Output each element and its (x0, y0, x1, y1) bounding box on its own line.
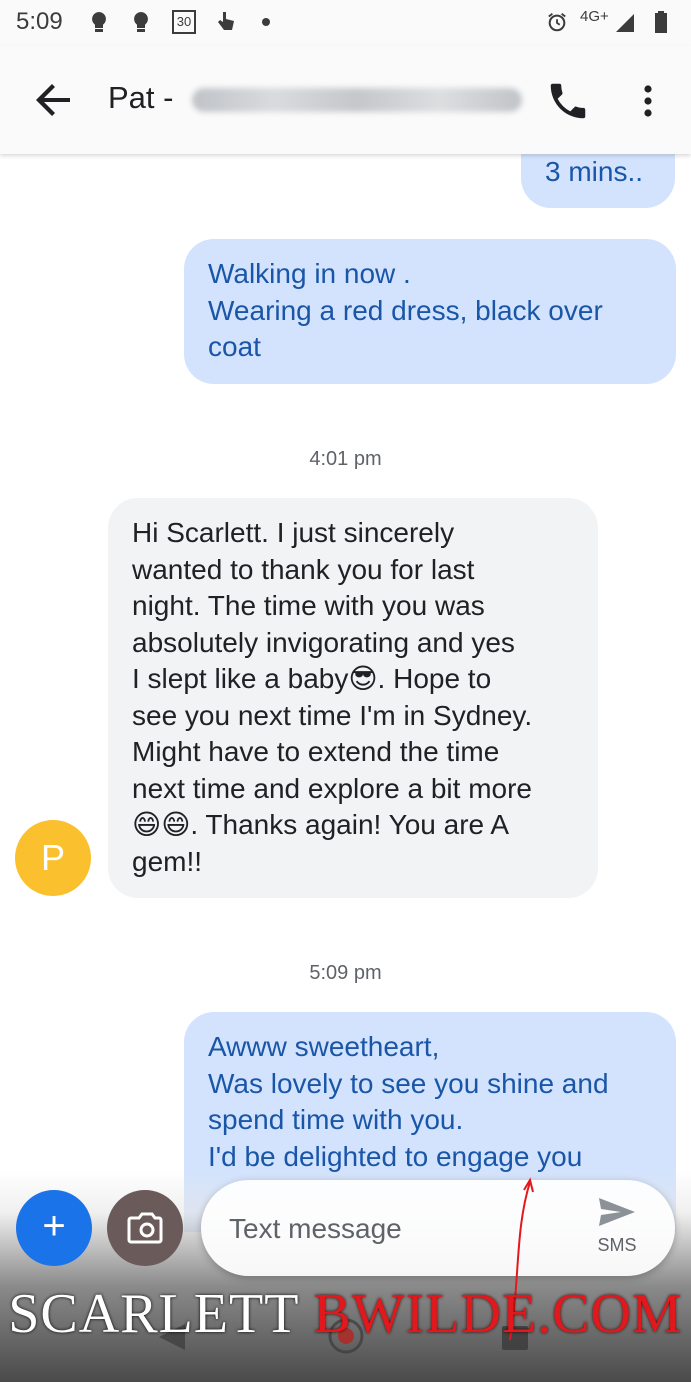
timestamp: 5:09 pm (309, 962, 382, 984)
message-input-container: SMS (201, 1180, 675, 1276)
send-icon (599, 1198, 635, 1226)
status-time: 5:09 (16, 8, 63, 35)
status-bar: 5:09 30 4G+ (0, 0, 691, 46)
alarm-icon (548, 13, 566, 32)
touch-icon (218, 12, 234, 30)
signal-icon (616, 14, 634, 32)
avatar[interactable]: P (15, 820, 91, 896)
calendar-icon: 30 (172, 10, 196, 34)
nav-home-icon[interactable] (326, 1316, 366, 1356)
decorative-swoosh (509, 1177, 534, 1341)
lightbulb-icon (92, 12, 106, 32)
nav-back-icon[interactable] (155, 1322, 189, 1352)
camera-icon (127, 1212, 163, 1244)
add-attachment-button[interactable]: + (16, 1190, 92, 1266)
contact-name[interactable]: Pat - (108, 80, 173, 116)
incoming-message[interactable]: Hi Scarlett. I just sincerely wanted to … (108, 498, 598, 898)
app-bar: Pat - (0, 46, 691, 154)
send-button[interactable]: SMS (589, 1196, 645, 1256)
outgoing-message[interactable]: Walking in now . Wearing a red dress, bl… (184, 239, 676, 384)
network-type: 4G+ (580, 8, 609, 25)
battery-icon (655, 11, 667, 33)
lightbulb-icon (134, 12, 148, 32)
timestamp: 4:01 pm (309, 448, 382, 470)
more-vert-icon[interactable] (628, 78, 668, 124)
send-sms-label: SMS (597, 1235, 637, 1255)
camera-button[interactable] (107, 1190, 183, 1266)
dot-icon (262, 18, 270, 26)
phone-icon[interactable] (545, 78, 591, 124)
redacted-phone-number (192, 88, 522, 112)
back-arrow-icon[interactable] (30, 76, 78, 124)
